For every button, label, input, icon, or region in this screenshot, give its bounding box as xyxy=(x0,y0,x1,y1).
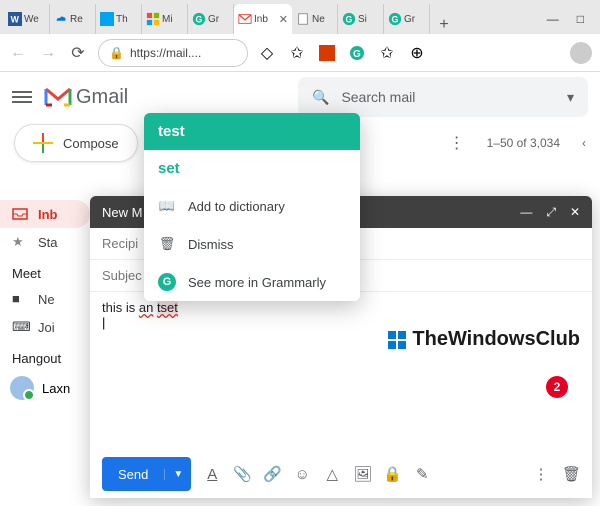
browser-tab[interactable]: G Gr xyxy=(188,4,234,34)
grammarly-icon: G xyxy=(388,12,402,26)
sidebar-section-meet: Meet xyxy=(0,256,90,285)
menu-icon[interactable] xyxy=(12,91,32,103)
dismiss-button[interactable]: 🗑 Dismiss xyxy=(144,225,360,263)
page-icon xyxy=(296,12,310,26)
error-word[interactable]: tset xyxy=(157,300,178,315)
browser-tab[interactable]: Mi xyxy=(142,4,188,34)
error-word[interactable]: an xyxy=(139,300,153,315)
gmail-logo[interactable]: Gmail xyxy=(44,86,128,109)
image-icon[interactable]: 🖼 xyxy=(353,465,371,483)
sidebar-section-hangouts: Hangout xyxy=(0,341,90,370)
grammarly-icon: G xyxy=(342,12,356,26)
search-icon: 🔍 xyxy=(312,89,329,106)
browser-tab[interactable]: G Si xyxy=(338,4,384,34)
profile-avatar[interactable] xyxy=(570,42,592,64)
refresh-button[interactable]: ⟳ xyxy=(68,43,88,63)
browser-tab[interactable]: Th xyxy=(96,4,142,34)
grammarly-popup: test set 📖 Add to dictionary 🗑 Dismiss G… xyxy=(144,113,360,301)
add-to-dictionary-button[interactable]: 📖 Add to dictionary xyxy=(144,187,360,225)
grammarly-correction[interactable]: test xyxy=(144,113,360,150)
emoji-icon[interactable]: ☺ xyxy=(293,466,311,483)
grammarly-icon: G xyxy=(158,273,176,291)
svg-text:G: G xyxy=(346,15,353,25)
sidebar-item-new-meeting[interactable]: ■ Ne xyxy=(0,285,90,313)
word-icon: W xyxy=(8,12,22,26)
forward-button[interactable]: → xyxy=(38,43,58,63)
attach-icon[interactable]: 📎 xyxy=(233,465,251,483)
inbox-icon xyxy=(12,206,28,222)
url-input[interactable]: 🔒 https://mail.... xyxy=(98,39,248,67)
browser-tab[interactable]: W We xyxy=(4,4,50,34)
site-icon xyxy=(100,12,114,26)
video-icon: ■ xyxy=(12,291,28,307)
more-icon[interactable]: ⋮ xyxy=(449,133,465,153)
svg-text:G: G xyxy=(196,15,203,25)
avatar xyxy=(10,376,34,400)
compose-body[interactable]: TheWindowsClub this is an tset 2 xyxy=(90,292,592,450)
collections-button[interactable]: ⊕ xyxy=(408,44,426,62)
minimize-button[interactable]: — xyxy=(520,205,532,220)
trash-icon: 🗑 xyxy=(158,235,176,253)
search-placeholder: Search mail xyxy=(341,89,415,105)
office-icon[interactable] xyxy=(318,44,336,62)
chevron-down-icon[interactable]: ▾ xyxy=(567,89,574,106)
link-icon[interactable]: 🔗 xyxy=(263,465,281,483)
lock-icon: 🔒 xyxy=(109,46,124,60)
grammarly-suggestion[interactable]: set xyxy=(144,150,360,187)
page-range: 1–50 of 3,034 xyxy=(487,136,560,150)
book-icon: 📖 xyxy=(158,197,176,215)
more-icon[interactable]: ⋮ xyxy=(532,465,550,483)
prev-page-button[interactable]: ‹ xyxy=(582,136,586,150)
gmail-icon xyxy=(238,12,252,26)
browser-tab-strip: W We Re Th Mi G Gr Inb ✕ Ne G Si G Gr + … xyxy=(0,0,600,34)
svg-text:W: W xyxy=(11,15,20,25)
new-tab-button[interactable]: + xyxy=(430,16,458,34)
close-button[interactable]: ✕ xyxy=(570,205,580,220)
favorites-button[interactable]: ✩ xyxy=(378,44,396,62)
pen-icon[interactable]: ✎ xyxy=(413,465,431,483)
extension-icon[interactable]: ◇ xyxy=(258,44,276,62)
format-icon[interactable]: A xyxy=(203,466,221,483)
plus-icon xyxy=(33,133,53,153)
browser-tab-active[interactable]: Inb ✕ xyxy=(234,4,292,34)
browser-tab[interactable]: Ne xyxy=(292,4,338,34)
watermark-logo: TheWindowsClub xyxy=(386,328,580,351)
browser-tab[interactable]: G Gr xyxy=(384,4,430,34)
star-icon: ★ xyxy=(12,234,28,250)
address-bar: ← → ⟳ 🔒 https://mail.... ◇ ✩ G ✩ ⊕ xyxy=(0,34,600,72)
keyboard-icon: ⌨ xyxy=(12,319,28,335)
confidential-icon[interactable]: 🔒 xyxy=(383,465,401,483)
sidebar-item-starred[interactable]: ★ Sta xyxy=(0,228,90,256)
maximize-button[interactable]: □ xyxy=(577,12,584,26)
send-button[interactable]: Send ▼ xyxy=(102,457,191,491)
drive-icon[interactable]: △ xyxy=(323,465,341,483)
see-more-button[interactable]: G See more in Grammarly xyxy=(144,263,360,301)
window-controls: — □ xyxy=(547,4,596,34)
close-icon[interactable]: ✕ xyxy=(279,13,288,26)
back-button[interactable]: ← xyxy=(8,43,28,63)
svg-text:G: G xyxy=(353,49,361,60)
fullscreen-button[interactable]: ⤢ xyxy=(546,205,556,220)
onedrive-icon xyxy=(54,12,68,26)
compose-title: New M xyxy=(102,205,142,220)
compose-button[interactable]: Compose xyxy=(14,124,138,162)
trash-icon[interactable]: 🗑 xyxy=(562,465,580,483)
favorite-icon[interactable]: ✩ xyxy=(288,44,306,62)
gmail-sidebar: Inb ★ Sta Meet ■ Ne ⌨ Joi Hangout Laxn xyxy=(0,200,90,406)
sidebar-item-join[interactable]: ⌨ Joi xyxy=(0,313,90,341)
url-text: https://mail.... xyxy=(130,46,201,60)
grammarly-ext-icon[interactable]: G xyxy=(348,44,366,62)
send-options-dropdown[interactable]: ▼ xyxy=(164,469,191,480)
minimize-button[interactable]: — xyxy=(547,12,559,26)
browser-tab[interactable]: Re xyxy=(50,4,96,34)
sidebar-item-inbox[interactable]: Inb xyxy=(0,200,90,228)
svg-text:G: G xyxy=(392,15,399,25)
microsoft-icon xyxy=(146,12,160,26)
grammarly-error-badge[interactable]: 2 xyxy=(546,376,568,398)
hangouts-user[interactable]: Laxn xyxy=(0,370,90,406)
compose-footer: Send ▼ A 📎 🔗 ☺ △ 🖼 🔒 ✎ ⋮ 🗑 xyxy=(90,450,592,498)
grammarly-icon: G xyxy=(192,12,206,26)
search-input[interactable]: 🔍 Search mail ▾ xyxy=(298,77,588,117)
